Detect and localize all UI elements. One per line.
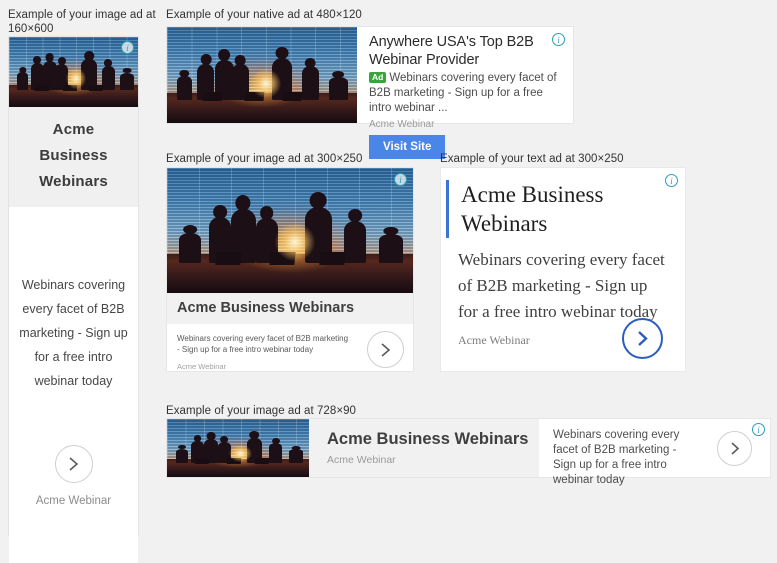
native-ad-caption: Example of your native ad at 480×120 bbox=[166, 8, 362, 22]
skyscraper-advertiser: Acme Webinar bbox=[9, 495, 138, 507]
text-ad-description: Webinars covering every facet of B2B mar… bbox=[458, 247, 671, 325]
skyscraper-ad-caption: Example of your image ad at 160×600 bbox=[8, 8, 158, 36]
ad-photo-business-meeting: i bbox=[9, 37, 138, 107]
chevron-right-icon[interactable] bbox=[622, 318, 663, 359]
leaderboard-headline: Acme Business Webinars bbox=[327, 430, 539, 449]
image-ad-300x250[interactable]: i Acme Business Webinars Webinars coveri… bbox=[166, 167, 414, 372]
skyscraper-headline: Acme Business Webinars bbox=[9, 107, 138, 207]
chevron-right-icon[interactable] bbox=[717, 431, 752, 466]
chevron-right-icon[interactable] bbox=[55, 445, 93, 483]
text-ad-300x250[interactable]: i Acme Business Webinars Webinars coveri… bbox=[440, 167, 686, 372]
skyscraper-body: Webinars covering every facet of B2B mar… bbox=[9, 207, 138, 563]
text-ad-advertiser: Acme Webinar bbox=[458, 333, 530, 348]
image-ad-headline: Acme Business Webinars bbox=[167, 293, 413, 324]
image-ad-description: Webinars covering every facet of B2B mar… bbox=[177, 333, 352, 355]
skyscraper-headline-line-1: Acme bbox=[15, 117, 132, 143]
medium-rectangle-image-ad-caption: Example of your image ad at 300×250 bbox=[166, 152, 362, 166]
native-ad-advertiser: Acme Webinar bbox=[369, 119, 563, 130]
native-ad-headline: Anywhere USA's Top B2B Webinar Provider bbox=[369, 33, 563, 69]
image-ad-body: Webinars covering every facet of B2B mar… bbox=[167, 324, 413, 393]
visit-site-button[interactable]: Visit Site bbox=[369, 135, 445, 159]
native-ad-description: Webinars covering every facet of B2B mar… bbox=[369, 72, 557, 114]
medium-rectangle-text-ad-caption: Example of your text ad at 300×250 bbox=[440, 152, 624, 166]
leaderboard-description: Webinars covering every facet of B2B mar… bbox=[553, 428, 701, 488]
skyscraper-ad-160x600[interactable]: i Acme Business Webinars Webinars coveri… bbox=[8, 36, 139, 536]
skyscraper-headline-line-2: Business bbox=[15, 143, 132, 169]
ad-info-icon[interactable]: i bbox=[552, 33, 565, 46]
ad-info-icon[interactable]: i bbox=[121, 41, 134, 54]
leaderboard-advertiser: Acme Webinar bbox=[327, 454, 539, 466]
ad-photo-business-meeting: i bbox=[167, 168, 413, 293]
ad-photo-business-meeting bbox=[167, 419, 309, 477]
native-ad-content: i Anywhere USA's Top B2B Webinar Provide… bbox=[357, 27, 573, 123]
chevron-right-icon[interactable] bbox=[367, 331, 404, 368]
ad-label-badge: Ad bbox=[369, 72, 386, 83]
skyscraper-headline-line-3: Webinars bbox=[15, 169, 132, 195]
native-ad-480x120[interactable]: i Anywhere USA's Top B2B Webinar Provide… bbox=[166, 26, 574, 124]
ad-info-icon[interactable]: i bbox=[665, 174, 678, 187]
image-ad-advertiser: Acme Webinar bbox=[177, 362, 403, 371]
leaderboard-ad-panel: i Webinars covering every facet of B2B m… bbox=[539, 419, 770, 477]
ad-info-icon[interactable]: i bbox=[394, 173, 407, 186]
leaderboard-ad-text: Acme Business Webinars Acme Webinar bbox=[309, 419, 539, 477]
text-ad-headline: Acme Business Webinars bbox=[446, 180, 671, 238]
ad-photo-business-meeting bbox=[167, 27, 357, 123]
image-ad-728x90[interactable]: Acme Business Webinars Acme Webinar i We… bbox=[166, 418, 771, 478]
native-ad-description-row: AdWebinars covering every facet of B2B m… bbox=[369, 71, 563, 116]
skyscraper-description: Webinars covering every facet of B2B mar… bbox=[16, 273, 131, 393]
ad-info-icon[interactable]: i bbox=[752, 423, 765, 436]
leaderboard-ad-caption: Example of your image ad at 728×90 bbox=[166, 404, 356, 418]
